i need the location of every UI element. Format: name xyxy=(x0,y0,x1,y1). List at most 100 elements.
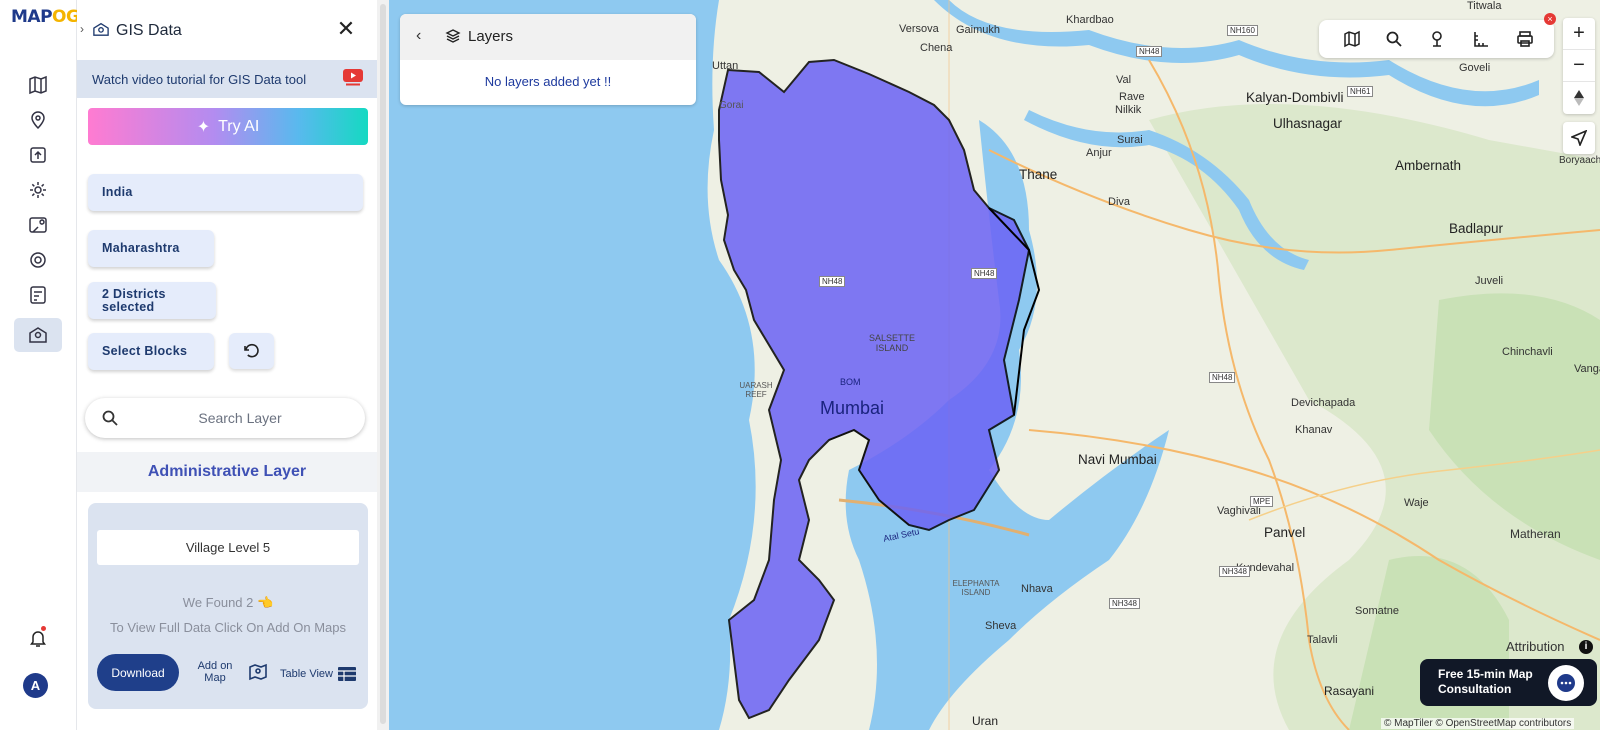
highway-shield: NH160 xyxy=(1227,25,1258,36)
compass-button[interactable] xyxy=(1563,82,1595,114)
map-label-gaimukh: Gaimukh xyxy=(956,24,1001,36)
panel-header: › GIS Data ✕ xyxy=(77,0,377,58)
map-label-khardbao: Khardbao xyxy=(1066,14,1114,26)
cog-icon[interactable] xyxy=(27,249,49,271)
consultation-banner[interactable]: Free 15-min Map Consultation xyxy=(1420,659,1597,706)
map-label-panvel: Panvel xyxy=(1264,525,1306,540)
mapog-logo[interactable]: MAPOG xyxy=(11,7,80,27)
gis-data-icon xyxy=(93,22,109,36)
upload-icon[interactable] xyxy=(27,144,49,166)
checklist-icon[interactable] xyxy=(27,284,49,306)
map-label-surai: Surai xyxy=(1117,134,1143,146)
location-pin-icon[interactable] xyxy=(27,109,49,131)
download-button[interactable]: Download xyxy=(97,654,179,691)
info-icon[interactable]: i xyxy=(1579,640,1593,654)
map-layers-icon[interactable] xyxy=(1343,30,1361,48)
table-icon[interactable] xyxy=(338,667,356,681)
administrative-layer-title: Administrative Layer xyxy=(77,452,377,492)
search-layer-input[interactable] xyxy=(140,406,340,430)
consultation-text: Free 15-min Map Consultation xyxy=(1438,667,1533,696)
settings-gear-icon[interactable] xyxy=(27,179,49,201)
highway-shield: NH348 xyxy=(1109,598,1140,609)
map-label-ulhasnagar: Ulhasnagar xyxy=(1273,116,1343,131)
layers-empty-text: No layers added yet !! xyxy=(484,74,612,89)
map-label-badlapur: Badlapur xyxy=(1449,221,1504,236)
search-icon xyxy=(102,410,118,426)
chat-bubble-icon xyxy=(1557,674,1575,692)
state-select[interactable]: Maharashtra xyxy=(88,230,214,267)
map-add-icon[interactable] xyxy=(248,662,268,682)
chat-button[interactable] xyxy=(1548,665,1584,701)
map-pin-grid-icon[interactable] xyxy=(27,214,49,236)
map-label-goveli: Goveli xyxy=(1459,62,1491,74)
map-attribution: © MapTiler © OpenStreetMap contributors xyxy=(1381,718,1575,729)
map-label-ambernath: Ambernath xyxy=(1395,158,1462,173)
map-label-uran: Uran xyxy=(972,714,999,728)
notification-bell-icon[interactable] xyxy=(27,627,49,649)
map-label-mumbai: Mumbai xyxy=(820,398,885,418)
map-label-chinchavli: Chinchavli xyxy=(1502,346,1553,358)
layers-title: Layers xyxy=(468,28,514,45)
country-select[interactable]: India xyxy=(88,174,363,211)
map-label-nilkik: Nilkik xyxy=(1115,104,1142,116)
map-label-diva: Diva xyxy=(1108,196,1131,208)
measure-icon[interactable] xyxy=(1472,30,1490,48)
chevron-left-icon[interactable]: ‹ xyxy=(416,27,421,45)
map-label-boryaachi: Boryaachi xyxy=(1559,155,1600,166)
map-toolbar xyxy=(1319,20,1554,58)
toolbar-close-icon[interactable]: × xyxy=(1544,13,1556,25)
zoom-controls: + − xyxy=(1563,18,1595,114)
pin-icon[interactable] xyxy=(1428,30,1446,48)
map-canvas[interactable]: Mumbai Thane Navi Mumbai Kalyan-Dombivli… xyxy=(389,0,1600,730)
found-hint: To View Full Data Click On Add On Maps xyxy=(109,620,347,635)
map-label-elephanta: ELEPHANTA ISLAND xyxy=(952,579,1000,597)
map-label-chena: Chena xyxy=(920,42,953,54)
reset-button[interactable] xyxy=(229,333,274,369)
print-icon[interactable] xyxy=(1516,30,1534,48)
highway-shield: NH48 xyxy=(971,268,998,279)
district-select[interactable]: 2 Districts selected xyxy=(88,282,216,319)
highway-shield: NH48 xyxy=(1209,372,1236,383)
try-ai-button[interactable]: ✦ Try AI xyxy=(88,108,368,145)
panel-scrollbar[interactable] xyxy=(377,0,389,730)
map-label-vangani: Vangani xyxy=(1574,363,1600,375)
map-label-navi-mumbai: Navi Mumbai xyxy=(1078,452,1157,467)
table-view-button[interactable]: Table View xyxy=(280,668,333,680)
map-label-kalyan: Kalyan-Dombivli xyxy=(1246,90,1344,105)
video-tutorial-banner[interactable]: Watch video tutorial for GIS Data tool xyxy=(77,60,377,98)
village-level-select[interactable]: Village Level 5 xyxy=(97,530,359,565)
map-label-somatne: Somatne xyxy=(1355,605,1400,617)
map-icon[interactable] xyxy=(27,74,49,96)
compass-icon xyxy=(1574,90,1584,106)
tutorial-text: Watch video tutorial for GIS Data tool xyxy=(92,72,307,87)
map-label-bom: BOM xyxy=(840,377,861,387)
highway-shield: NH48 xyxy=(1136,46,1163,57)
chevron-right-icon[interactable]: › xyxy=(80,22,84,36)
map-label-versova: Versova xyxy=(899,23,939,35)
icon-rail: MAPOG A xyxy=(0,0,80,730)
gis-data-icon[interactable] xyxy=(27,324,49,346)
map-label-thane: Thane xyxy=(1019,167,1058,182)
map-label-rasayani: Rasayani xyxy=(1324,684,1375,698)
user-avatar[interactable]: A xyxy=(23,673,48,698)
notification-dot xyxy=(41,626,46,631)
map-label-devichapada: Devichapada xyxy=(1291,397,1356,409)
attribution-toggle[interactable]: Attribution xyxy=(1506,639,1565,654)
zoom-in-button[interactable]: + xyxy=(1563,18,1595,50)
youtube-icon[interactable] xyxy=(343,69,363,86)
layers-header: ‹ Layers xyxy=(400,14,696,60)
highway-shield: MPE xyxy=(1250,496,1274,507)
close-icon[interactable]: ✕ xyxy=(336,18,356,40)
refresh-icon xyxy=(243,343,259,358)
add-on-map-button[interactable]: Add on Map xyxy=(194,660,236,684)
map-label-uarash-reef: UARASH REEF xyxy=(739,381,773,399)
search-icon[interactable] xyxy=(1385,30,1403,48)
zoom-out-button[interactable]: − xyxy=(1563,50,1595,82)
sparkle-icon: ✦ xyxy=(196,118,211,136)
search-layer-box[interactable] xyxy=(85,398,365,438)
gis-data-panel: › GIS Data ✕ Watch video tutorial for GI… xyxy=(77,0,377,730)
block-select[interactable]: Select Blocks xyxy=(88,333,214,370)
layer-result-card: Village Level 5 We Found 2 👈 To View Ful… xyxy=(88,503,368,709)
map-label-waje: Waje xyxy=(1404,497,1429,509)
locate-button[interactable] xyxy=(1563,122,1595,154)
